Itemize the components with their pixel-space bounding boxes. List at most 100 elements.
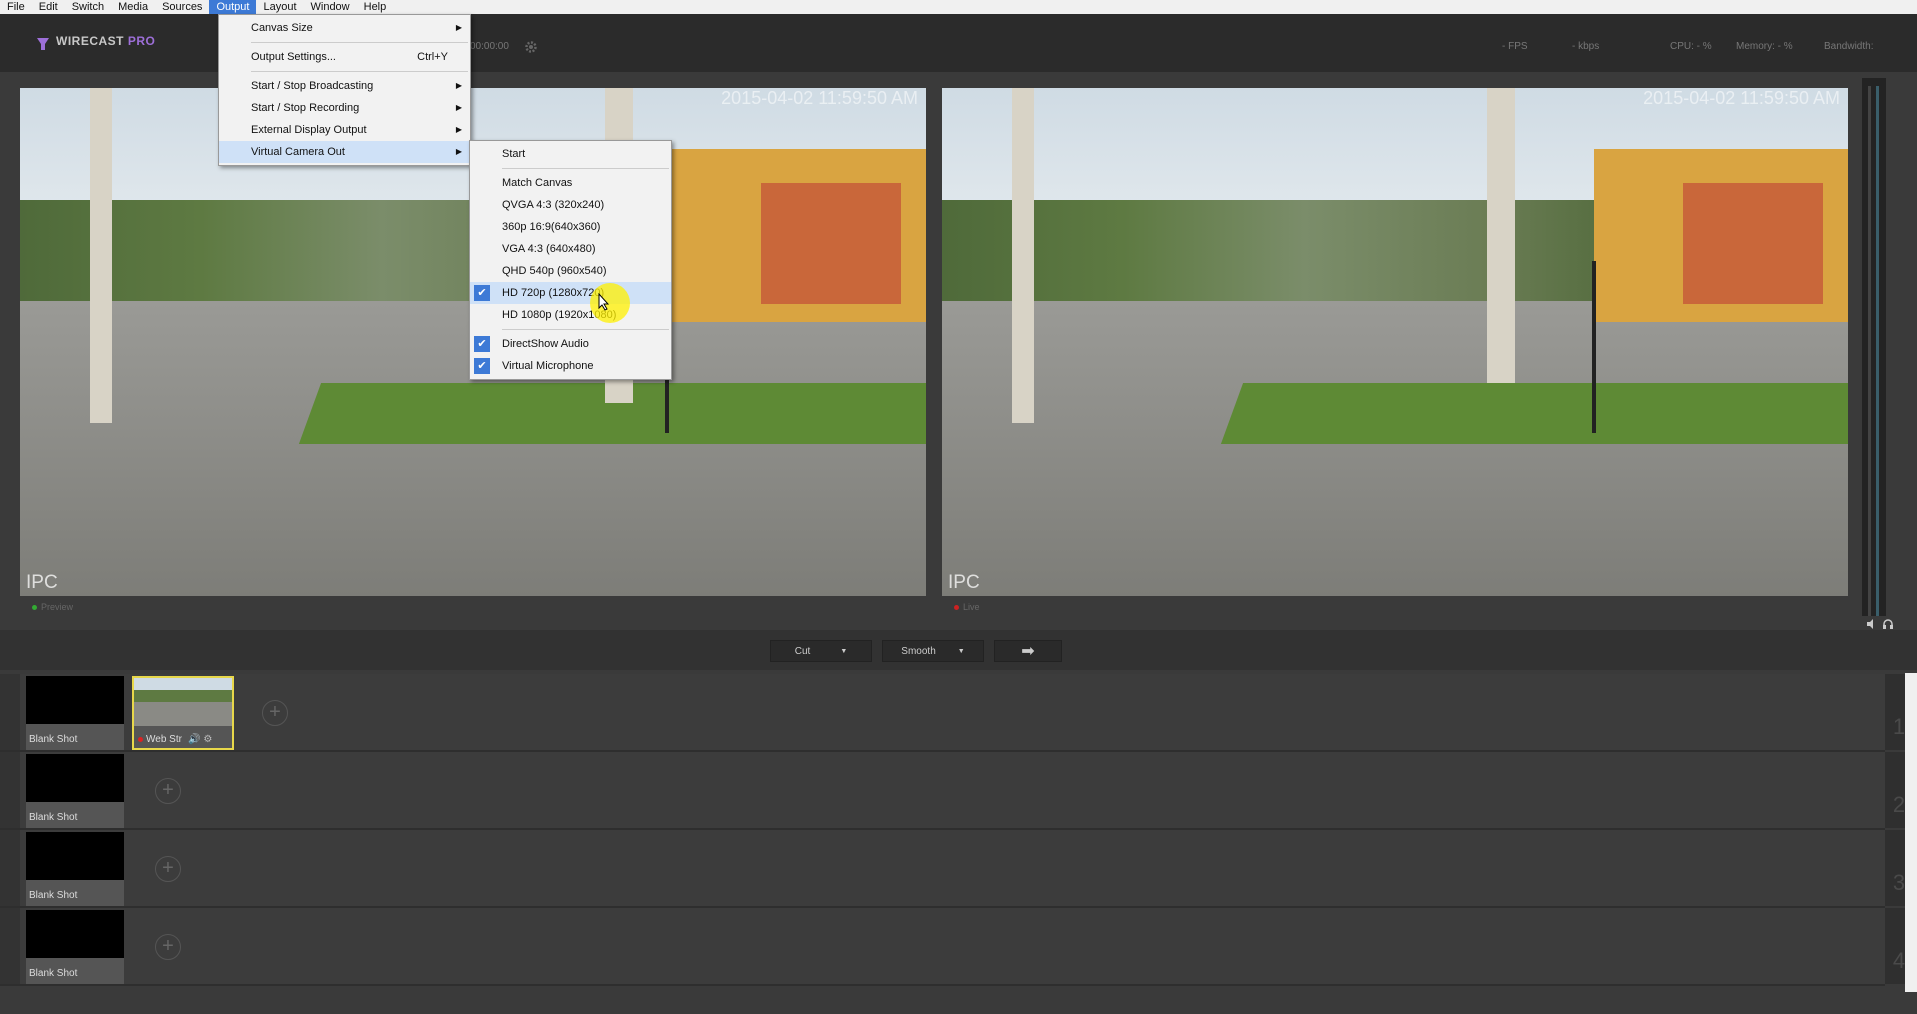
bandwidth-stat: Bandwidth: bbox=[1824, 41, 1874, 52]
cut-label: Cut bbox=[794, 645, 811, 657]
headphones-icon[interactable] bbox=[1882, 618, 1894, 630]
audio-meter bbox=[1862, 78, 1886, 616]
scrollbar[interactable] bbox=[1905, 673, 1917, 992]
menu-item-qhd[interactable]: QHD 540p (960x540) bbox=[470, 260, 671, 282]
menu-bar: File Edit Switch Media Sources Output La… bbox=[0, 0, 1917, 14]
speaker-icon[interactable]: 🔊 bbox=[188, 734, 200, 745]
live-watermark: IPC bbox=[948, 572, 980, 593]
virtual-camera-submenu: Start Match Canvas QVGA 4:3 (320x240) 36… bbox=[469, 140, 672, 380]
menu-item-label: QHD 540p (960x540) bbox=[502, 265, 607, 277]
live-video: 2015-04-02 11:59:50 AM IPC bbox=[942, 88, 1848, 596]
menu-item-directshow-audio[interactable]: ✔ DirectShow Audio bbox=[470, 333, 671, 355]
preview-label-text: Preview bbox=[41, 602, 74, 612]
layer-1-handle[interactable] bbox=[0, 674, 20, 750]
preview-label: Preview bbox=[32, 602, 73, 612]
shot-thumbnail bbox=[26, 754, 124, 802]
menu-item-canvas-size[interactable]: Canvas Size ▶ bbox=[219, 17, 470, 39]
menu-item-label: Virtual Microphone bbox=[502, 360, 594, 372]
menu-item-hd720[interactable]: ✔ HD 720p (1280x720) bbox=[470, 282, 671, 304]
shot-label: Web Str bbox=[146, 734, 182, 745]
menu-item-label: Match Canvas bbox=[502, 177, 573, 189]
shot-blank[interactable]: Blank Shot bbox=[26, 754, 124, 828]
menu-item-label: Start / Stop Broadcasting bbox=[251, 80, 374, 92]
memory-stat: Memory: - % bbox=[1736, 41, 1793, 52]
shot-label: Blank Shot bbox=[29, 968, 78, 979]
gear-icon[interactable] bbox=[524, 40, 538, 54]
add-shot-button[interactable]: + bbox=[155, 778, 181, 804]
output-menu: Canvas Size ▶ Output Settings... Ctrl+Y St… bbox=[218, 14, 471, 166]
add-shot-button[interactable]: + bbox=[262, 700, 288, 726]
live-indicator bbox=[954, 605, 959, 610]
add-shot-button[interactable]: + bbox=[155, 856, 181, 882]
menu-item-vga[interactable]: VGA 4:3 (640x480) bbox=[470, 238, 671, 260]
layer-3-handle[interactable] bbox=[0, 830, 20, 906]
layer-4 bbox=[0, 908, 1885, 986]
menu-item-broadcasting[interactable]: Start / Stop Broadcasting ▶ bbox=[219, 75, 470, 97]
menu-sources[interactable]: Sources bbox=[155, 0, 209, 14]
menu-item-virtual-camera[interactable]: Virtual Camera Out ▶ bbox=[219, 141, 470, 163]
fps-stat: - FPS bbox=[1502, 41, 1528, 52]
shot-thumbnail bbox=[26, 910, 124, 958]
shot-thumbnail bbox=[26, 832, 124, 880]
live-label-text: Live bbox=[963, 602, 980, 612]
chevron-right-icon: ▶ bbox=[455, 125, 462, 134]
menu-item-label: DirectShow Audio bbox=[502, 338, 589, 350]
live-timestamp: 2015-04-02 11:59:50 AM bbox=[1643, 88, 1840, 108]
mouse-pointer-icon bbox=[598, 293, 610, 311]
gear-icon[interactable]: ⚙ bbox=[203, 734, 212, 745]
menu-item-start[interactable]: Start bbox=[470, 143, 671, 165]
shot-blank[interactable]: Blank Shot bbox=[26, 676, 124, 750]
live-monitor[interactable]: 2015-04-02 11:59:50 AM IPC bbox=[942, 88, 1848, 596]
menu-item-label: Virtual Camera Out bbox=[251, 146, 345, 158]
menu-item-label: Start bbox=[502, 148, 526, 160]
preview-indicator bbox=[32, 605, 37, 610]
menu-window[interactable]: Window bbox=[304, 0, 357, 14]
shot-blank[interactable]: Blank Shot bbox=[26, 910, 124, 984]
smooth-transition-dropdown[interactable]: Smooth ▼ bbox=[882, 640, 984, 662]
cursor-highlight bbox=[590, 283, 630, 323]
chevron-right-icon: ▶ bbox=[455, 81, 462, 90]
layer-4-handle[interactable] bbox=[0, 908, 20, 984]
menu-media[interactable]: Media bbox=[111, 0, 155, 14]
menu-edit[interactable]: Edit bbox=[32, 0, 65, 14]
shot-web-stream[interactable]: Web Str 🔊 ⚙ bbox=[132, 676, 234, 750]
layer-2-handle[interactable] bbox=[0, 752, 20, 828]
live-label: Live bbox=[954, 602, 980, 612]
menu-item-match-canvas[interactable]: Match Canvas bbox=[470, 172, 671, 194]
app-name: WIRECAST bbox=[56, 34, 124, 48]
menu-item-label: QVGA 4:3 (320x240) bbox=[502, 199, 605, 211]
add-shot-button[interactable]: + bbox=[155, 934, 181, 960]
menu-item-external-display[interactable]: External Display Output ▶ bbox=[219, 119, 470, 141]
menu-item-hd1080[interactable]: HD 1080p (1920x1080) bbox=[470, 304, 671, 326]
menu-item-qvga[interactable]: QVGA 4:3 (320x240) bbox=[470, 194, 671, 216]
shot-thumbnail bbox=[26, 676, 124, 724]
menu-item-recording[interactable]: Start / Stop Recording ▶ bbox=[219, 97, 470, 119]
menu-item-output-settings[interactable]: Output Settings... Ctrl+Y bbox=[219, 46, 470, 68]
checkmark-icon: ✔ bbox=[474, 358, 490, 374]
menu-item-label: HD 720p (1280x720) bbox=[502, 287, 605, 299]
preview-timestamp: 2015-04-02 11:59:50 AM bbox=[721, 88, 918, 108]
chevron-right-icon: ▶ bbox=[455, 147, 462, 156]
menu-file[interactable]: File bbox=[0, 0, 32, 14]
menu-switch[interactable]: Switch bbox=[65, 0, 111, 14]
cpu-stat: CPU: - % bbox=[1670, 41, 1712, 52]
go-transition-button[interactable]: ➡ bbox=[994, 640, 1062, 662]
speaker-icon[interactable] bbox=[1866, 618, 1878, 630]
cut-transition-dropdown[interactable]: Cut ▼ bbox=[770, 640, 872, 662]
shot-label: Blank Shot bbox=[29, 812, 78, 823]
menu-layout[interactable]: Layout bbox=[256, 0, 303, 14]
app-logo: WIRECAST PRO bbox=[56, 34, 155, 48]
menu-item-virtual-microphone[interactable]: ✔ Virtual Microphone bbox=[470, 355, 671, 377]
chevron-down-icon: ▼ bbox=[957, 647, 965, 655]
kbps-stat: - kbps bbox=[1572, 41, 1600, 52]
layer-2 bbox=[0, 752, 1885, 830]
chevron-down-icon: ▼ bbox=[840, 647, 848, 655]
preview-watermark: IPC bbox=[26, 572, 58, 593]
menu-help[interactable]: Help bbox=[357, 0, 394, 14]
shot-blank[interactable]: Blank Shot bbox=[26, 832, 124, 906]
shortcut-label: Ctrl+Y bbox=[417, 51, 448, 63]
shot-thumbnail bbox=[134, 678, 232, 726]
menu-output[interactable]: Output bbox=[209, 0, 257, 14]
layer-3 bbox=[0, 830, 1885, 908]
menu-item-360p[interactable]: 360p 16:9(640x360) bbox=[470, 216, 671, 238]
